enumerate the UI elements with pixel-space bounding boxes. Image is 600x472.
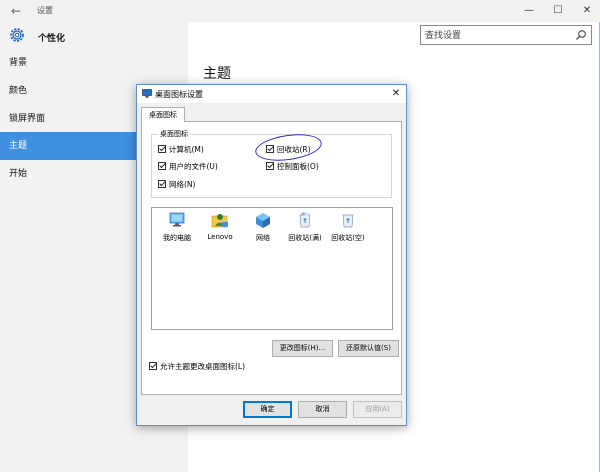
section-title: 个性化: [38, 34, 66, 44]
tab-desktop-icons[interactable]: 桌面图标: [141, 107, 185, 122]
back-button[interactable]: ←: [6, 2, 26, 20]
checkbox-box[interactable]: [266, 162, 274, 170]
list-item[interactable]: 回收站(空): [326, 211, 370, 242]
restore-default-button[interactable]: 还原默认值(S): [338, 340, 399, 357]
group-label: 桌面图标: [158, 129, 190, 139]
checkbox-box[interactable]: [158, 180, 166, 188]
list-item[interactable]: 我的电脑: [155, 211, 199, 242]
sidebar-item-background[interactable]: 背景: [0, 49, 188, 77]
title-bar: ← 设置 — ☐ ✕: [0, 0, 600, 22]
minimize-button[interactable]: —: [514, 0, 544, 22]
page-title: 主题: [203, 66, 231, 82]
computer-icon: [169, 212, 185, 227]
ok-button[interactable]: 确定: [243, 401, 292, 418]
search-icon[interactable]: [575, 29, 587, 41]
user-folder-icon: [211, 214, 228, 228]
icon-label: 回收站(空): [331, 234, 365, 242]
list-item[interactable]: 回收站(满): [283, 211, 327, 242]
app-title: 设置: [37, 6, 53, 15]
checkbox-label: 网络(N): [169, 180, 196, 189]
dialog-title-bar: 桌面图标设置 ✕: [137, 85, 406, 103]
checkbox-label: 允许主题更改桌面图标(L): [160, 362, 246, 371]
cancel-button[interactable]: 取消: [298, 401, 347, 418]
close-button[interactable]: ✕: [572, 0, 600, 22]
dialog-close-button[interactable]: ✕: [390, 87, 402, 100]
dialog-title: 桌面图标设置: [155, 90, 203, 99]
checkbox-box[interactable]: [158, 162, 166, 170]
maximize-button[interactable]: ☐: [543, 0, 573, 22]
network-icon: [256, 213, 270, 228]
change-icon-button[interactable]: 更改图标(H)...: [272, 340, 333, 357]
recycle-bin-empty-icon: [342, 214, 354, 228]
search-input[interactable]: [425, 28, 570, 43]
checkbox-label: 回收站(R): [277, 145, 311, 154]
checkbox-label: 控制面板(O): [277, 162, 319, 171]
apply-button[interactable]: 应用(A): [353, 401, 402, 418]
recycle-bin-full-icon: [299, 212, 311, 228]
tab-panel: 桌面图标 计算机(M) 回收站(R) 用户的文件(U) 控制面板(O) 网络(N…: [141, 121, 402, 395]
checkbox-box[interactable]: [266, 145, 274, 153]
monitor-icon: [142, 89, 152, 98]
checkbox-box[interactable]: [149, 362, 157, 370]
gear-icon: [10, 28, 24, 42]
icon-list[interactable]: 我的电脑 Lenovo 网络 回收站(满) 回收站(空): [151, 207, 393, 330]
checkbox-label: 计算机(M): [169, 145, 204, 154]
desktop-icon-settings-dialog: 桌面图标设置 ✕ 桌面图标 桌面图标 计算机(M) 回收站(R) 用户的文件(U…: [136, 84, 407, 426]
list-item[interactable]: Lenovo: [198, 211, 242, 241]
checkbox-box[interactable]: [158, 145, 166, 153]
desktop-icons-group: 桌面图标 计算机(M) 回收站(R) 用户的文件(U) 控制面板(O) 网络(N…: [151, 129, 392, 198]
checkbox-label: 用户的文件(U): [169, 162, 218, 171]
search-box[interactable]: [420, 25, 592, 45]
